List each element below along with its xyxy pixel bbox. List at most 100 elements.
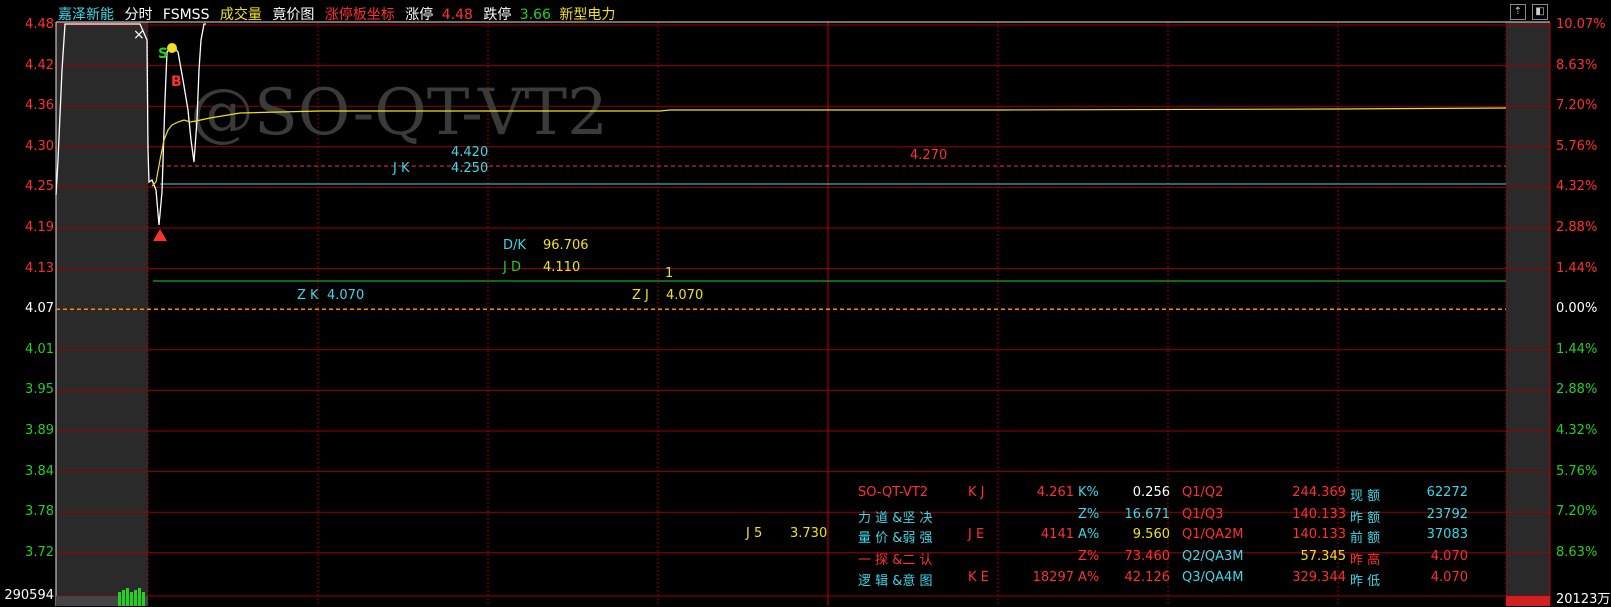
zj-label: Z J xyxy=(632,288,649,303)
stats-cell-r1-c8: 现 额 xyxy=(1350,489,1381,504)
stats-cell-r3-c6: Q1/QA2M xyxy=(1182,527,1244,542)
percent-tick-label: 4.32% xyxy=(1556,179,1598,195)
stats-cell-r1-c2: K J xyxy=(968,485,985,500)
price-tick-label: 4.13 xyxy=(25,260,54,276)
high-point-marker xyxy=(167,43,177,53)
volume-bars-post xyxy=(1506,596,1550,606)
limit-up-label: 涨停 xyxy=(405,7,434,23)
tab-limit-coord[interactable]: 涨停板坐标 xyxy=(325,7,395,23)
price-tick-label: 3.89 xyxy=(25,423,54,438)
stats-cell-r1-c1: SO-QT-VT2 xyxy=(858,485,929,500)
percent-tick-label: 7.20% xyxy=(1556,98,1598,114)
close-icon[interactable]: × xyxy=(133,27,145,43)
jk-upper-value: 4.420 xyxy=(451,145,489,160)
s-marker: S xyxy=(158,46,169,62)
stats-cell-r5-c9: 4.070 xyxy=(1430,570,1468,585)
stats-cell-r5-c3: 18297 xyxy=(1032,570,1074,585)
stats-cell-r4-c7: 57.345 xyxy=(1300,549,1347,564)
stats-cell-r4-c4: Z% xyxy=(1078,549,1100,564)
stats-cell-r4-c1: 一 探 &二 认 xyxy=(858,553,933,568)
stock-name[interactable]: 嘉泽新能 xyxy=(58,7,114,23)
stats-cell-r3-c4: A% xyxy=(1078,527,1100,542)
stats-cell-r5-c8: 昨 低 xyxy=(1350,574,1381,589)
price-tick-label: 4.30 xyxy=(25,138,54,154)
stats-cell-r1-c7: 244.369 xyxy=(1292,485,1346,500)
jk-label: J K xyxy=(393,161,410,176)
marker-one: 1 xyxy=(665,266,674,281)
price-tick-label: 4.48 xyxy=(25,17,54,32)
tab-volume[interactable]: 成交量 xyxy=(220,7,262,23)
price-tick-label: 4.42 xyxy=(25,57,54,73)
tab-fsmss[interactable]: FSMSS xyxy=(163,7,210,23)
b-marker: B xyxy=(171,74,182,90)
limit-down-value: 3.66 xyxy=(519,7,551,23)
stats-cell-r2-c4: Z% xyxy=(1078,507,1100,522)
pre-market-zone xyxy=(56,22,148,606)
percent-tick-label: 8.63% xyxy=(1556,57,1598,73)
price-tick-label: 4.36 xyxy=(25,98,54,114)
stats-cell-r4-c6: Q2/QA3M xyxy=(1182,549,1244,564)
volume-bar xyxy=(130,592,133,606)
tab-auction[interactable]: 竟价图 xyxy=(272,7,314,23)
intraday-chart-window: @SO-QT-VT2 嘉泽新能 分时 FSMSS 成交量 竟价图 涨停板坐标 涨… xyxy=(0,0,1611,607)
stats-cell-r2-c8: 昨 额 xyxy=(1350,511,1381,526)
zk-label: Z K xyxy=(297,288,319,303)
percent-tick-label: 5.76% xyxy=(1556,463,1598,479)
dk-value: 96.706 xyxy=(543,238,589,253)
stats-cell-r5-c4: A% xyxy=(1078,570,1100,585)
buy-signal-triangle xyxy=(153,229,167,241)
volume-bar xyxy=(118,592,121,606)
percent-tick-label: 0.00% xyxy=(1556,301,1598,317)
stats-cell-r5-c1: 逻 辑 &意 图 xyxy=(858,574,933,589)
stats-cell-r1-c4: K% xyxy=(1078,485,1099,500)
percent-tick-label: 8.63% xyxy=(1556,544,1598,560)
stats-cell-r1-c6: Q1/Q2 xyxy=(1182,485,1224,500)
stats-cell-r2-c5: 16.671 xyxy=(1124,507,1171,522)
limit-up-value: 4.48 xyxy=(441,7,473,23)
tab-intraday[interactable]: 分时 xyxy=(124,7,152,23)
stats-cell-r3-c3: 4141 xyxy=(1040,527,1074,542)
price-tick-label: 4.01 xyxy=(25,341,54,357)
red-level-value: 4.270 xyxy=(910,148,948,163)
stats-cell-r5-c5: 42.126 xyxy=(1124,570,1171,585)
price-tick-label: 4.07 xyxy=(25,301,54,317)
limit-down-label: 跌停 xyxy=(483,7,512,23)
jd-value: 4.110 xyxy=(543,260,581,275)
volume-bar xyxy=(138,588,141,606)
price-tick-label: 3.84 xyxy=(25,463,54,479)
stats-cell-r2-c7: 140.133 xyxy=(1292,507,1346,522)
price-tick-label: 4.25 xyxy=(25,179,54,195)
window-toggle-icon[interactable]: ◧ xyxy=(1532,4,1548,20)
post-market-zone xyxy=(1506,22,1550,606)
stats-cell-r3-c8: 前 额 xyxy=(1350,531,1381,546)
chart-lines xyxy=(55,23,1507,310)
stats-cell-r4-c8: 昨 高 xyxy=(1350,553,1381,568)
stats-cell-r3-c7: 140.133 xyxy=(1292,527,1346,542)
volume-bar xyxy=(122,590,125,606)
stats-cell-r4-c5: 73.460 xyxy=(1124,549,1171,564)
sector-name[interactable]: 新型电力 xyxy=(559,7,615,23)
window-restore-icon[interactable]: ⇡ xyxy=(1510,4,1526,20)
stats-cell-r2-c1: 力 道 &坚 决 xyxy=(858,511,933,526)
percent-tick-label: 4.32% xyxy=(1556,423,1598,438)
zj-value: 4.070 xyxy=(666,288,704,303)
price-tick-label: 3.72 xyxy=(25,544,54,560)
jd-label: J D xyxy=(503,260,521,275)
percent-tick-label: 5.76% xyxy=(1556,138,1598,154)
percent-tick-label: 1.44% xyxy=(1556,341,1598,357)
j5-value: 3.730 xyxy=(790,526,828,541)
percent-tick-label: 10.07% xyxy=(1556,17,1606,32)
stats-cell-r4-c9: 4.070 xyxy=(1430,549,1468,564)
stats-cell-r5-c2: K E xyxy=(968,570,989,585)
percent-tick-label: 2.88% xyxy=(1556,382,1598,398)
stats-cell-r3-c2: J E xyxy=(968,527,985,542)
price-tick-label: 3.78 xyxy=(25,504,54,520)
stats-cell-r3-c1: 量 价 &弱 强 xyxy=(858,531,933,546)
zk-value: 4.070 xyxy=(327,288,365,303)
percent-tick-label: 2.88% xyxy=(1556,220,1598,235)
amount-readout-right: 20123万 xyxy=(1556,592,1611,607)
stats-cell-r1-c3: 4.261 xyxy=(1036,485,1074,500)
chart-header: 嘉泽新能 分时 FSMSS 成交量 竟价图 涨停板坐标 涨停 4.48 跌停 3… xyxy=(58,4,621,23)
stats-cell-r2-c9: 23792 xyxy=(1426,507,1468,522)
volume-bar xyxy=(142,592,145,606)
